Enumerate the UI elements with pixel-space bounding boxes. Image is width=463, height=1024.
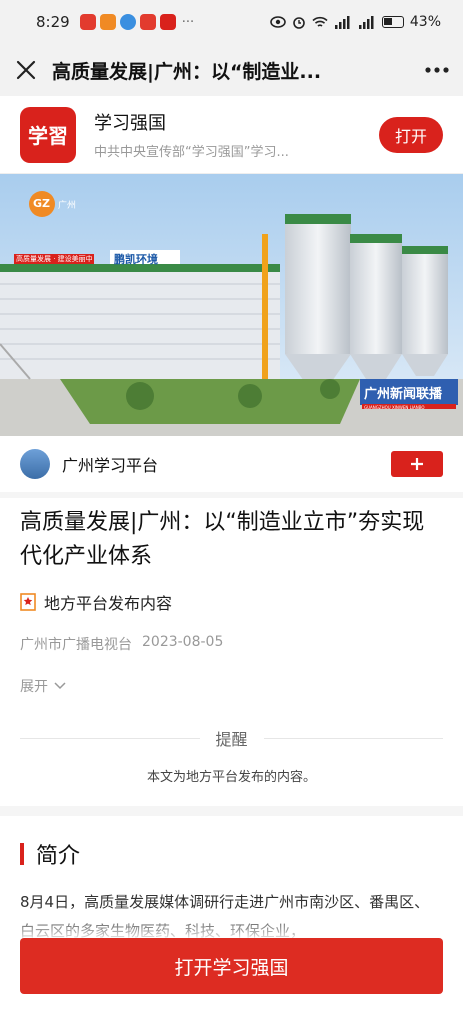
plus-icon (411, 458, 423, 470)
news-caption: 广州新闻联播 (364, 387, 443, 402)
news-caption-sub: GUANGZHOU XINWEN LIANBO (364, 405, 425, 410)
open-xuexi-button[interactable]: 打开学习强国 (20, 938, 443, 994)
close-icon (16, 60, 36, 80)
content-tag: 地方平台发布内容 (20, 590, 443, 614)
divider (263, 737, 444, 739)
section-divider (0, 806, 463, 816)
app-name: 学习强国 (94, 113, 166, 134)
expand-label: 展开 (20, 679, 48, 695)
xuexi-app-icon (159, 14, 176, 30)
more-options-button[interactable] (411, 44, 463, 96)
publisher: 广州市广播电视台 (20, 637, 132, 653)
app-info: 学习强国 中共中央宣传部“学习强国”学习... (94, 109, 369, 160)
source-name[interactable]: 广州学习平台 (62, 452, 391, 476)
article-meta: 广州市广播电视台 2023-08-05 (20, 634, 443, 654)
intro-header: 简介 (20, 838, 443, 870)
open-app-button[interactable]: 打开 (379, 116, 443, 153)
wifi-icon (312, 16, 328, 27)
badge-icon (20, 593, 36, 611)
divider (20, 737, 200, 739)
weibo-app-icon-2 (139, 14, 156, 30)
status-bar: 8:29 ··· 43% (0, 0, 463, 44)
source-row: 广州学习平台 (0, 436, 463, 498)
signal-icon (334, 15, 350, 29)
article-title: 高质量发展|广州：以“制造业立市”夯实现代化产业体系 (20, 510, 425, 569)
xuexi-logo: 学習 (20, 106, 76, 163)
status-app-icons (79, 14, 176, 30)
source-avatar[interactable] (20, 449, 50, 479)
channel-logo-sub: 广州 (58, 201, 77, 211)
more-dots-icon (425, 67, 449, 73)
reminder-section: 提醒 本文为地方平台发布的内容。 (20, 726, 444, 785)
eye-icon (270, 16, 286, 28)
video-player[interactable]: GZ 广州 鹏凯环境 高质量发展 · 建设美丽中国 广州新闻联播 GUANGZH… (0, 174, 463, 436)
reminder-body: 本文为地方平台发布的内容。 (146, 770, 316, 785)
app-description: 中共中央宣传部“学习强国”学习... (94, 145, 289, 160)
status-more-icon: ··· (181, 14, 195, 30)
chevron-down-icon (54, 682, 66, 690)
nav-bar: 高质量发展|广州：以“制造业... (0, 44, 463, 96)
app-download-banner[interactable]: 学習 学习强国 中共中央宣传部“学习强国”学习... 打开 (0, 96, 463, 174)
nav-title: 高质量发展|广州：以“制造业... (52, 60, 322, 83)
battery-percent: 43% (409, 14, 441, 30)
channel-logo: GZ (33, 197, 51, 210)
weibo-app-icon (79, 14, 96, 30)
intro-title: 简介 (36, 844, 81, 869)
reminder-header: 提醒 (20, 726, 444, 750)
publish-date: 2023-08-05 (142, 634, 224, 650)
article-header: 高质量发展|广州：以“制造业立市”夯实现代化产业体系 地方平台发布内容 广州市广… (20, 506, 443, 696)
banner-slogan: 高质量发展 · 建设美丽中国 (16, 255, 92, 263)
content-tag-label: 地方平台发布内容 (44, 594, 173, 613)
alarm-icon (293, 17, 305, 29)
expand-button[interactable]: 展开 (20, 676, 443, 696)
browser-app-icon (119, 14, 136, 30)
xuexi-logo-text: 学習 (28, 124, 68, 148)
follow-button[interactable] (391, 451, 443, 477)
close-button[interactable] (0, 44, 52, 96)
status-indicators: 43% (270, 14, 441, 30)
battery-icon (381, 16, 404, 28)
news-app-icon (99, 14, 116, 30)
status-time: 8:29 (36, 13, 70, 31)
signal-icon-2 (358, 15, 374, 29)
factory-sign: 鹏凯环境 (114, 253, 158, 266)
section-accent-bar (20, 843, 24, 865)
reminder-title: 提醒 (215, 730, 248, 749)
